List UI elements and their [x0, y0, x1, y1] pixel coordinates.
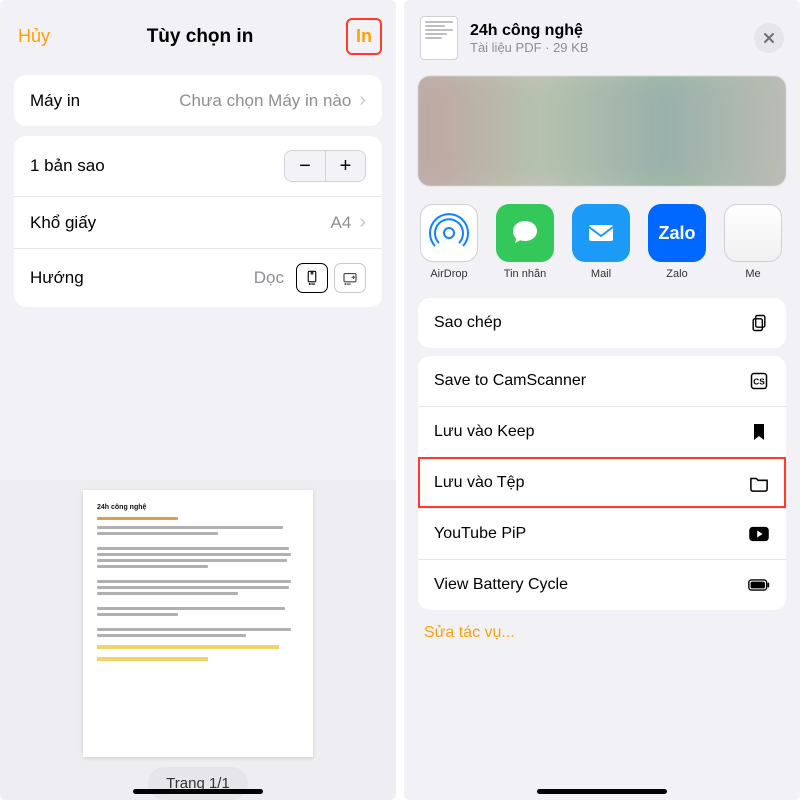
app-label: Me: [720, 268, 786, 280]
share-app-mail[interactable]: Mail: [570, 204, 632, 280]
action-battery-cycle[interactable]: View Battery Cycle: [418, 559, 786, 610]
action-youtube-pip[interactable]: YouTube PiP: [418, 508, 786, 559]
paper-size-row[interactable]: Khổ giấy A4 ›: [14, 196, 382, 248]
action-copy[interactable]: Sao chép: [418, 298, 786, 348]
printer-group: Máy in Chưa chọn Máy in nào ›: [14, 75, 382, 126]
orientation-portrait-button[interactable]: [296, 263, 328, 293]
paper-size-value: A4: [331, 213, 352, 233]
more-icon: [724, 204, 782, 262]
copies-label: 1 bản sao: [30, 156, 105, 176]
app-label: Zalo: [644, 268, 710, 280]
action-save-to-files[interactable]: Lưu vào Tệp: [418, 457, 786, 508]
messages-icon: [496, 204, 554, 262]
share-app-airdrop[interactable]: AirDrop: [418, 204, 480, 280]
battery-icon: [748, 574, 770, 596]
copies-stepper[interactable]: − +: [284, 150, 366, 182]
action-label: Lưu vào Tệp: [434, 474, 524, 492]
printer-value: Chưa chọn Máy in nào: [179, 91, 351, 111]
action-label: Save to CamScanner: [434, 372, 586, 390]
app-label: Tin nhắn: [492, 268, 558, 280]
share-app-more[interactable]: Me: [722, 204, 784, 280]
home-indicator: [537, 789, 667, 794]
thumbnail-title: 24h công nghệ: [97, 504, 299, 511]
orientation-value: Dọc: [254, 268, 284, 288]
share-header: 24h công nghệ Tài liệu PDF · 29 KB: [404, 0, 800, 70]
portrait-icon: [303, 269, 321, 287]
file-subtitle: Tài liệu PDF · 29 KB: [470, 40, 742, 55]
share-apps-row: AirDrop Tin nhắn Mail Zalo Zalo: [404, 186, 800, 290]
action-camscanner[interactable]: Save to CamScanner CS: [418, 356, 786, 406]
nav-title: Tùy chọn in: [147, 26, 254, 48]
folder-icon: [748, 472, 770, 494]
copies-row: 1 bản sao − +: [14, 136, 382, 196]
youtube-icon: [748, 523, 770, 545]
actions-group-2: Save to CamScanner CS Lưu vào Keep Lưu v…: [418, 356, 786, 610]
file-title: 24h công nghệ: [470, 22, 742, 40]
action-keep[interactable]: Lưu vào Keep: [418, 406, 786, 457]
app-label: Mail: [568, 268, 634, 280]
mail-icon: [572, 204, 630, 262]
airdrop-icon: [420, 204, 478, 262]
file-thumbnail-icon: [420, 16, 458, 60]
paper-size-label: Khổ giấy: [30, 213, 96, 233]
action-label: View Battery Cycle: [434, 576, 568, 594]
print-settings-group: 1 bản sao − + Khổ giấy A4 › Hướng: [14, 136, 382, 307]
share-app-messages[interactable]: Tin nhắn: [494, 204, 556, 280]
close-button[interactable]: [754, 23, 784, 53]
app-label: AirDrop: [416, 268, 482, 280]
camscanner-icon: CS: [748, 370, 770, 392]
orientation-label: Hướng: [30, 268, 84, 288]
actions-group-1: Sao chép: [418, 298, 786, 348]
document-thumbnail[interactable]: 24h công nghệ: [83, 490, 313, 757]
home-indicator: [133, 789, 263, 794]
action-label: Lưu vào Keep: [434, 423, 535, 441]
copies-plus-button[interactable]: +: [325, 151, 365, 181]
page-indicator: Trang 1/1: [148, 767, 248, 800]
printer-row[interactable]: Máy in Chưa chọn Máy in nào ›: [14, 75, 382, 126]
action-label: YouTube PiP: [434, 525, 526, 543]
copies-minus-button[interactable]: −: [285, 151, 325, 181]
svg-text:CS: CS: [753, 376, 765, 386]
printer-label: Máy in: [30, 91, 80, 111]
cancel-button[interactable]: Hủy: [18, 26, 50, 47]
close-icon: [763, 32, 775, 44]
share-app-zalo[interactable]: Zalo Zalo: [646, 204, 708, 280]
chevron-right-icon: ›: [359, 211, 366, 234]
print-preview-area: 24h công nghệ Trang 1/1: [0, 480, 396, 800]
share-sheet-screen: 24h công nghệ Tài liệu PDF · 29 KB AirDr…: [404, 0, 800, 800]
chevron-right-icon: ›: [359, 89, 366, 112]
zalo-icon: Zalo: [648, 204, 706, 262]
print-options-screen: Hủy Tùy chọn in In Máy in Chưa chọn Máy …: [0, 0, 396, 800]
copy-icon: [748, 312, 770, 334]
bookmark-icon: [748, 421, 770, 443]
orientation-landscape-button[interactable]: [334, 263, 366, 293]
nav-bar: Hủy Tùy chọn in In: [0, 0, 396, 65]
edit-actions-link[interactable]: Sửa tác vụ...: [404, 610, 800, 656]
print-button[interactable]: In: [350, 22, 378, 51]
landscape-icon: [341, 269, 359, 287]
content-preview: [418, 76, 786, 186]
orientation-row: Hướng Dọc: [14, 248, 382, 307]
action-label: Sao chép: [434, 314, 502, 332]
